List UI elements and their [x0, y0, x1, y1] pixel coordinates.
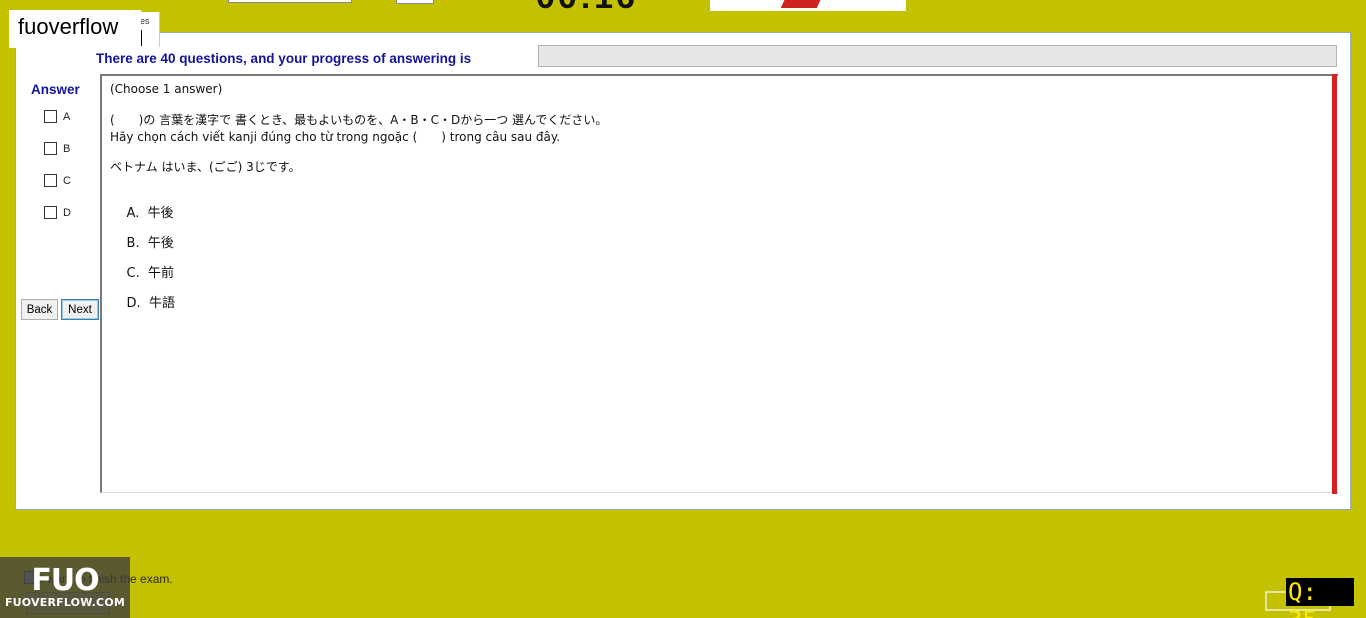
checkbox-b[interactable]	[44, 142, 57, 155]
progress-label: There are 40 questions, and your progres…	[96, 51, 472, 66]
answer-option-label: D	[63, 206, 71, 219]
choice-letter: D.	[126, 296, 141, 311]
banner-graphic	[780, 0, 824, 8]
choice-d: D. 牛語	[110, 277, 175, 326]
question-content[interactable]: (Choose 1 answer) ( )の 言葉を漢字で 書くとき、最もよいも…	[100, 74, 1338, 493]
fuo-logo: FUO FUOVERFLOW.COM	[0, 557, 130, 618]
answer-option-b[interactable]: B	[44, 142, 70, 155]
checkbox-a[interactable]	[44, 110, 57, 123]
answer-option-label: B	[63, 142, 71, 155]
top-input-field	[228, 0, 352, 3]
checkbox-d[interactable]	[44, 206, 57, 219]
choice-text: 牛語	[148, 296, 175, 311]
logo-sub-text: FUOVERFLOW.COM	[4, 596, 126, 609]
question-instruction: (Choose 1 answer)	[110, 82, 223, 96]
next-button[interactable]: Next	[61, 299, 99, 320]
answer-option-c[interactable]: C	[44, 174, 71, 187]
answer-option-d[interactable]: D	[44, 206, 71, 219]
top-banner-image	[710, 0, 906, 11]
text-caret	[141, 30, 142, 46]
question-scrollbar[interactable]	[1332, 74, 1337, 494]
logo-main-text: FUO	[31, 563, 99, 598]
answer-option-a[interactable]: A	[44, 110, 70, 123]
tab-stub-label: es	[140, 16, 150, 26]
answer-option-label: C	[63, 174, 71, 187]
answer-option-label: A	[63, 110, 71, 123]
brand-label: fuoverflow	[18, 14, 119, 39]
exam-timer: 00:16	[536, 0, 638, 17]
brand-watermark: fuoverflow	[9, 10, 141, 48]
question-prompt-japanese: ( )の 言葉を漢字で 書くとき、最もよいものを、A・B・C・Dから一つ 選んで…	[110, 113, 608, 127]
question-sentence: ベトナム はいま、(ごご) 3じです。	[110, 160, 301, 174]
checkbox-c[interactable]	[44, 174, 57, 187]
top-small-field	[396, 0, 434, 4]
progress-bar	[538, 45, 1337, 67]
back-button[interactable]: Back	[21, 299, 58, 320]
answer-title: Answer	[31, 82, 80, 97]
question-prompt-vietnamese: Hãy chọn cách viết kanji đúng cho từ tro…	[110, 130, 561, 144]
question-counter: Q: 35	[1286, 578, 1354, 618]
